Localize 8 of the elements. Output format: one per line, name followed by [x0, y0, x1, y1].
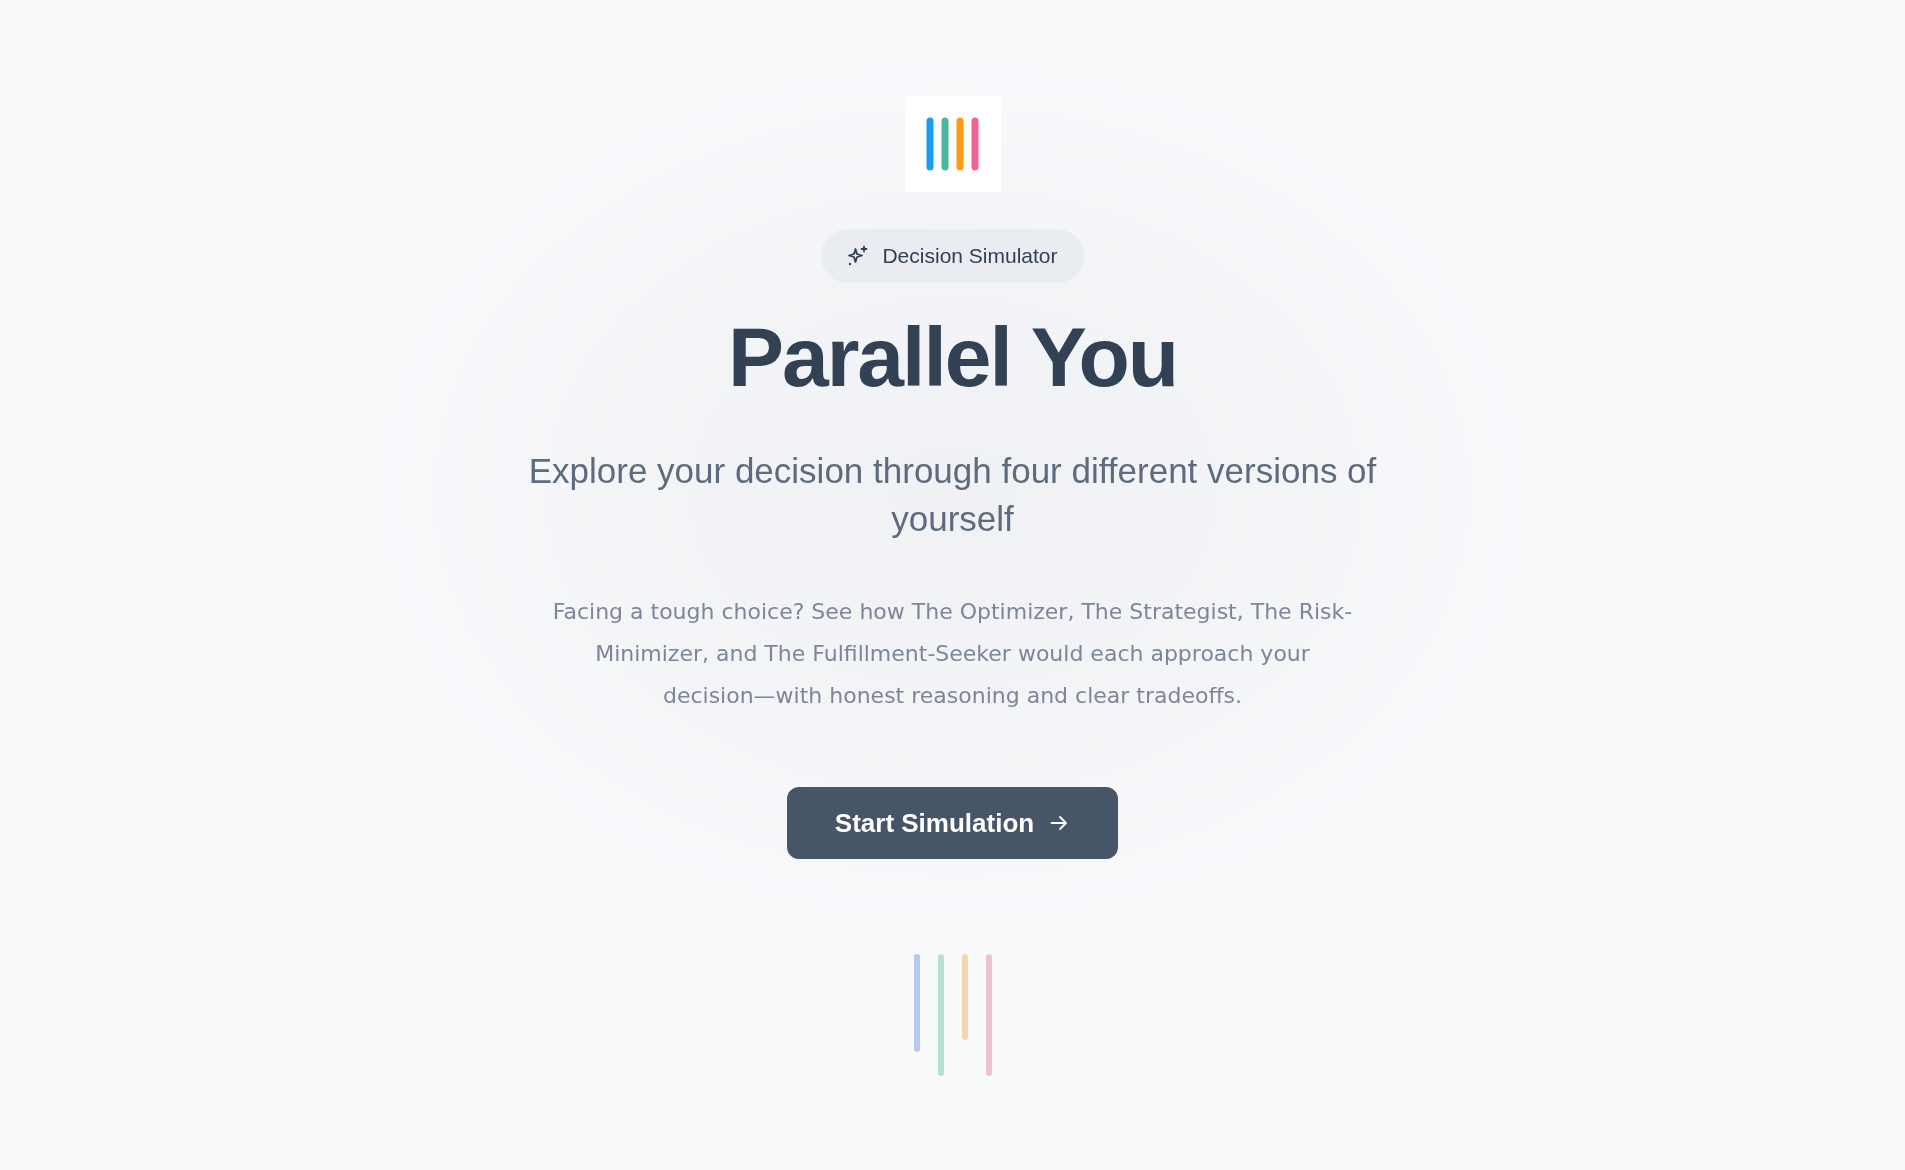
badge-label: Decision Simulator	[882, 244, 1058, 268]
arrow-right-icon	[1050, 815, 1069, 831]
logo-icon	[904, 96, 1001, 192]
sparkle-icon	[847, 245, 870, 267]
start-simulation-button[interactable]: Start Simulation	[786, 787, 1119, 859]
page-title: Parallel You	[727, 309, 1178, 406]
description-paragraph: Facing a tough choice? See how The Optimizer, The Strategist, The Risk-Minimizer, and The Fulfillment-Seeker would each approach your decision—with honest reasoning and clear tradeoffs.	[551, 598, 1354, 710]
subtitle: Explore your decision through four different versions of yourself	[527, 450, 1378, 540]
